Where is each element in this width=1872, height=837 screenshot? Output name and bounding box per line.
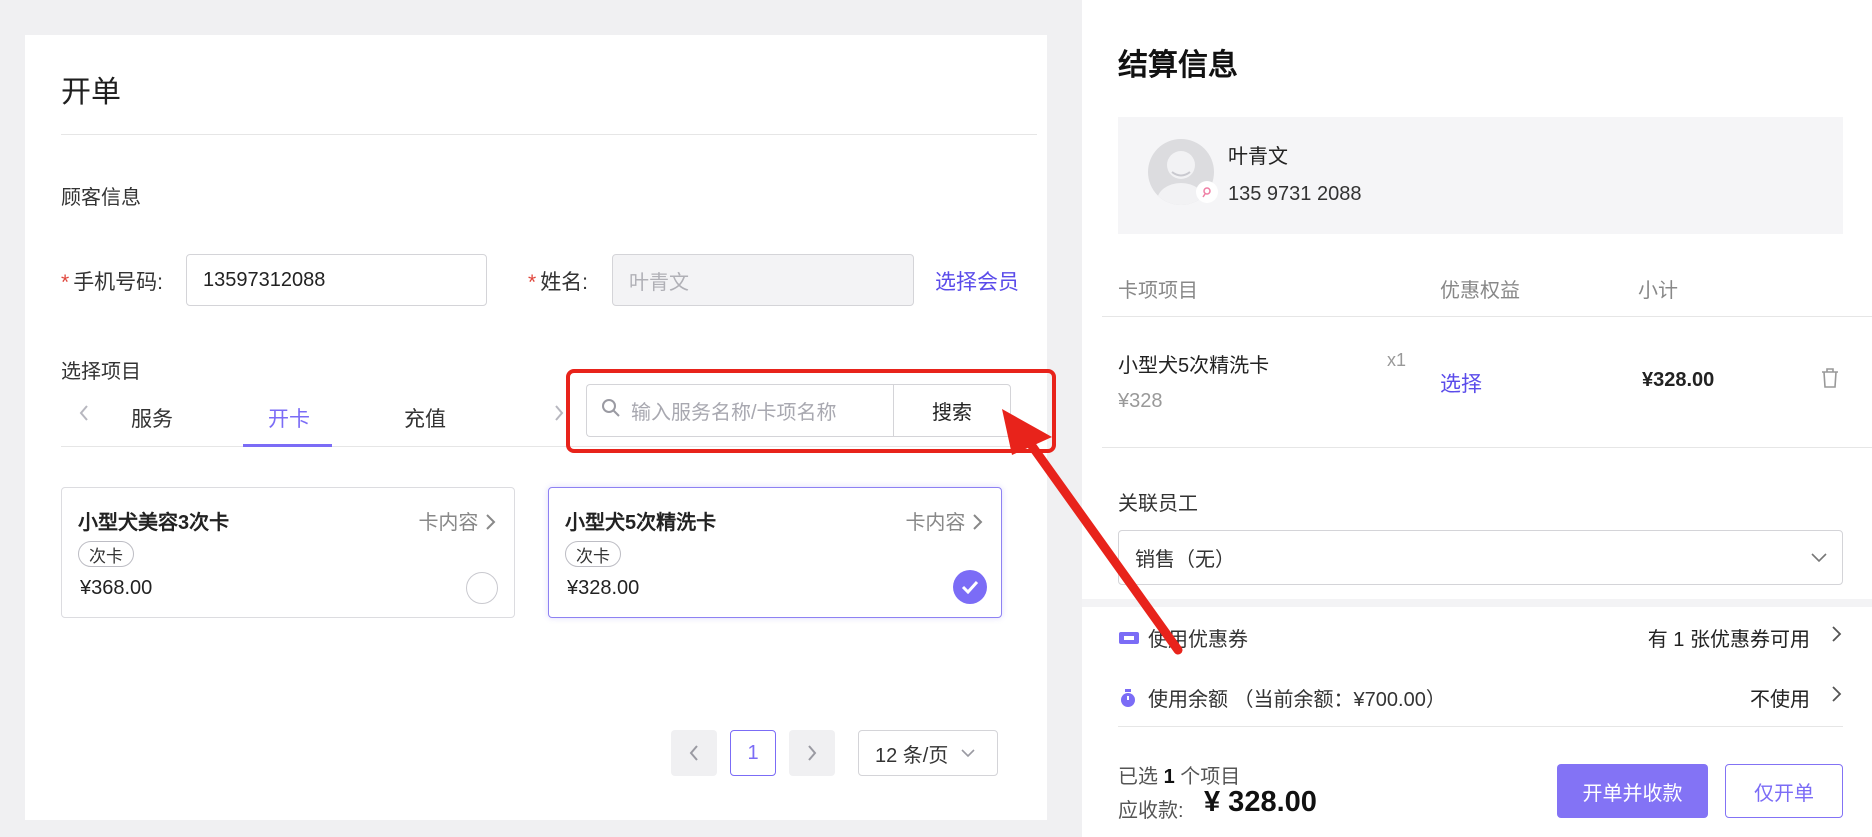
coupon-row[interactable]: 使用优惠券 (1118, 623, 1248, 652)
divider (1118, 726, 1843, 727)
card-price: ¥368.00 (80, 577, 153, 599)
tab-service[interactable]: 服务 (131, 403, 173, 433)
check-icon[interactable] (953, 570, 987, 604)
select-member-link[interactable]: 选择会员 (935, 266, 1019, 296)
selected-count: 1 (1163, 766, 1175, 788)
column-header-item: 卡项项目 (1118, 280, 1198, 302)
trash-icon[interactable] (1820, 367, 1840, 394)
highlight-box (566, 369, 1056, 453)
line-item-subtotal: ¥328.00 (1642, 369, 1715, 391)
coupon-status[interactable]: 有 1 张优惠券可用 (1648, 623, 1810, 652)
balance-row[interactable]: 使用余额 （当前余额：¥700.00） (1118, 683, 1446, 712)
chevron-right-icon[interactable] (1830, 685, 1842, 708)
order-panel: 开单 顾客信息 * 手机号码: 13597312088 * 姓名: 叶青文 选择会员… (25, 35, 1056, 820)
chevron-right-icon (973, 514, 983, 530)
section-separator (1082, 599, 1872, 607)
line-item-qty: x1 (1387, 350, 1407, 370)
page-size-select[interactable]: 12 条/页 (858, 730, 998, 776)
divider (1102, 447, 1872, 448)
column-header-subtotal: 小计 (1638, 280, 1678, 302)
customer-section-label: 顾客信息 (61, 187, 141, 209)
required-mark: * (61, 271, 70, 294)
chevron-left-icon[interactable] (77, 403, 91, 428)
active-tab-indicator (243, 444, 332, 447)
coupon-icon (1119, 631, 1139, 644)
member-card: 叶青文 135 9731 2088 (1118, 117, 1843, 234)
phone-label: * 手机号码: (61, 271, 164, 294)
chevron-right-icon[interactable] (1830, 625, 1842, 648)
tab-open-card[interactable]: 开卡 (268, 403, 310, 433)
balance-status[interactable]: 不使用 (1750, 683, 1810, 712)
tab-recharge[interactable]: 充值 (404, 403, 446, 433)
staff-label: 关联员工 (1118, 493, 1198, 515)
order-only-button[interactable]: 仅开单 (1725, 764, 1843, 818)
name-label: * 姓名: (528, 271, 589, 294)
benefit-select-link[interactable]: 选择 (1440, 368, 1482, 398)
column-header-benefit: 优惠权益 (1440, 280, 1520, 302)
line-item-name: 小型犬5次精洗卡 (1118, 355, 1270, 377)
page-number[interactable]: 1 (730, 730, 776, 776)
prev-page-button[interactable] (671, 730, 717, 776)
member-badge-icon (1196, 181, 1218, 203)
line-item-original-price: ¥328 (1118, 390, 1163, 412)
phone-input[interactable]: 13597312088 (186, 254, 487, 306)
staff-select[interactable]: 销售（无） (1118, 530, 1843, 585)
card-title: 小型犬美容3次卡 (78, 512, 230, 534)
card-type-tag: 次卡 (565, 541, 621, 567)
selected-count-text: 已选 1 个项目 (1118, 766, 1241, 788)
page-title: 开单 (61, 76, 121, 109)
items-section-label: 选择项目 (61, 361, 141, 383)
card-select-radio[interactable] (466, 572, 498, 604)
name-input: 叶青文 (612, 254, 914, 306)
chevron-down-icon (1811, 553, 1827, 563)
member-phone: 135 9731 2088 (1228, 183, 1362, 205)
member-name: 叶青文 (1228, 146, 1288, 168)
divider (1102, 316, 1872, 317)
card-type-tag: 次卡 (78, 541, 134, 567)
divider (61, 134, 1037, 135)
card-item-selected[interactable]: 小型犬5次精洗卡 卡内容 次卡 ¥328.00 (548, 487, 1002, 618)
order-and-collect-button[interactable]: 开单并收款 (1557, 764, 1708, 818)
chevron-right-icon[interactable] (552, 403, 566, 428)
card-detail-link[interactable]: 卡内容 (418, 506, 496, 535)
chevron-down-icon (961, 749, 975, 758)
next-page-button[interactable] (789, 730, 835, 776)
card-title: 小型犬5次精洗卡 (565, 512, 717, 534)
card-detail-link[interactable]: 卡内容 (905, 506, 983, 535)
amount-due: ¥ 328.00 (1204, 786, 1317, 818)
amount-label: 应收款: (1118, 800, 1184, 822)
checkout-panel: 结算信息 叶青文 135 9731 2088 卡项项目 优惠权益 小计 小型犬5… (1082, 0, 1872, 837)
checkout-title: 结算信息 (1118, 49, 1238, 82)
card-item[interactable]: 小型犬美容3次卡 卡内容 次卡 ¥368.00 (61, 487, 515, 618)
required-mark: * (528, 271, 537, 294)
chevron-right-icon (486, 514, 496, 530)
card-price: ¥328.00 (567, 577, 640, 599)
balance-icon (1121, 688, 1135, 707)
